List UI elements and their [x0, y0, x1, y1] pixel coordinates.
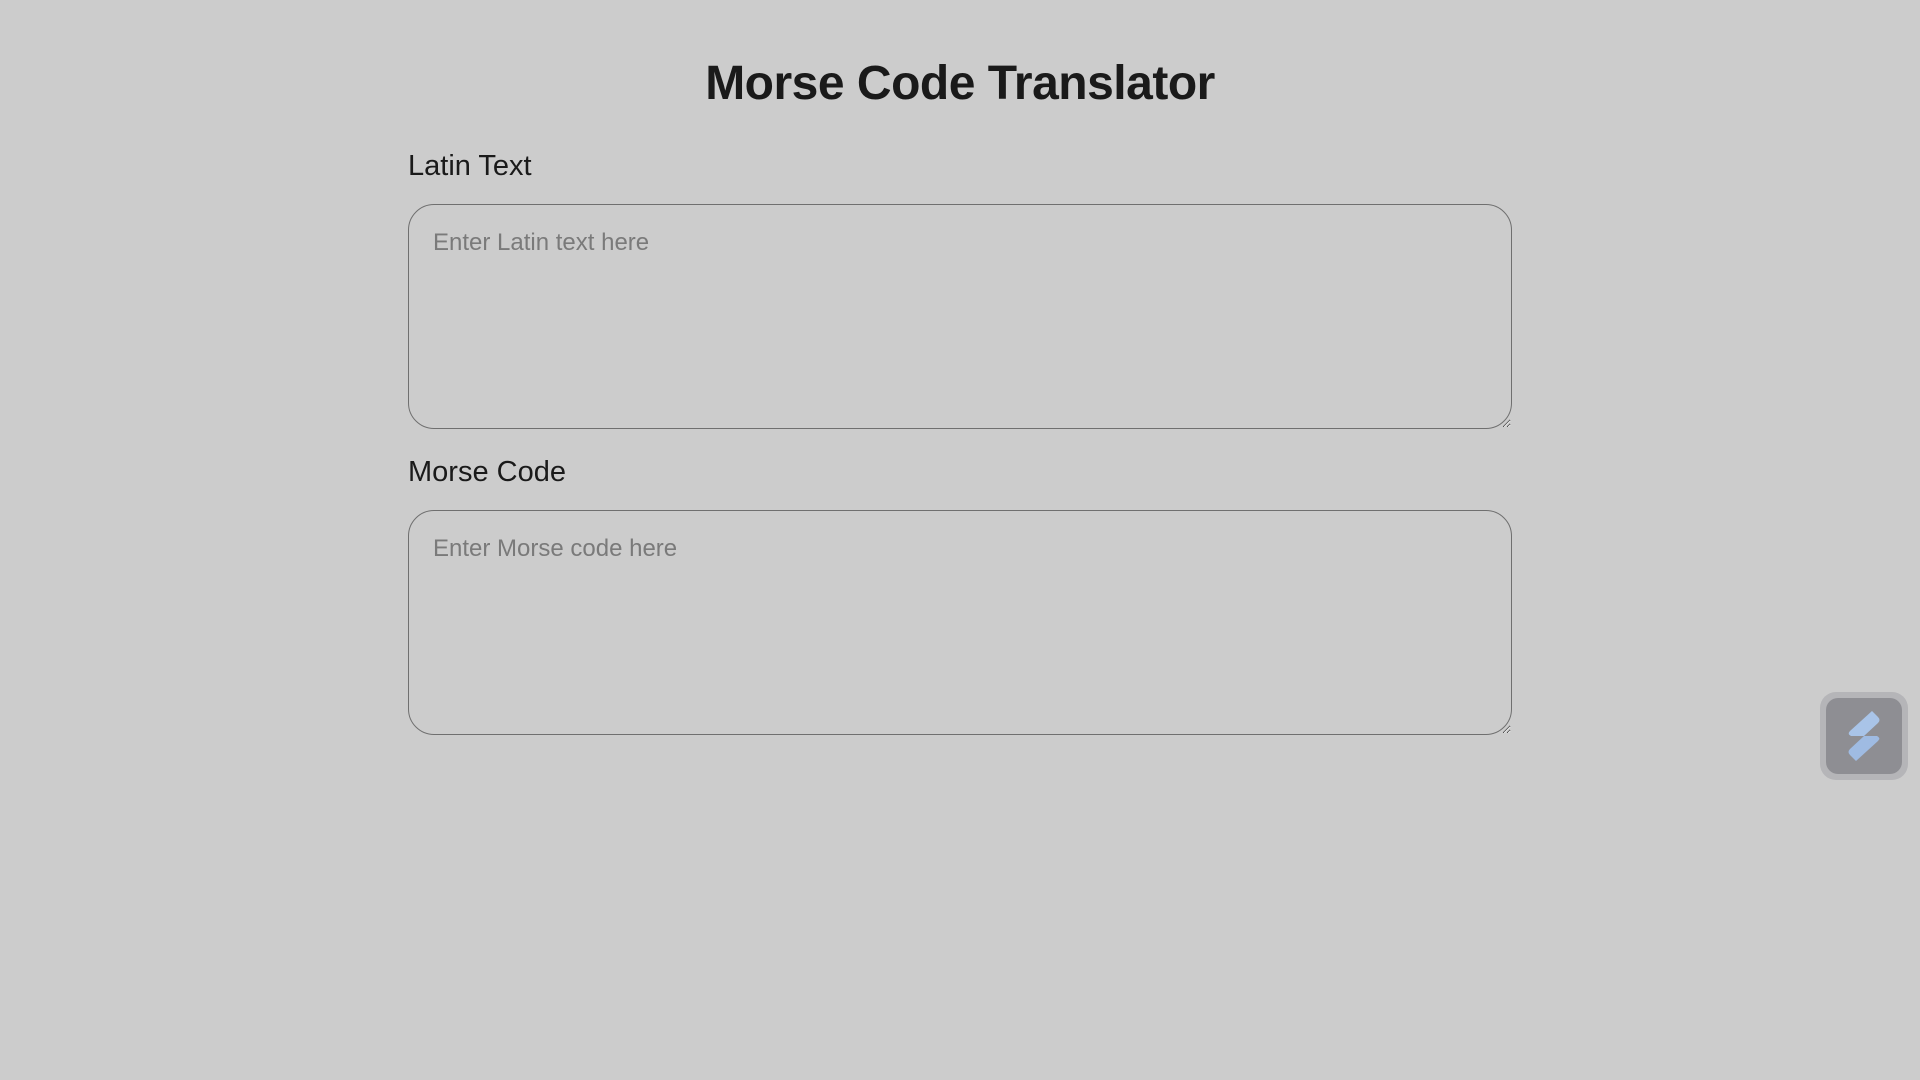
morse-code-input[interactable]: [408, 510, 1512, 735]
floating-assistant-button[interactable]: [1820, 692, 1908, 780]
morse-section: Morse Code: [408, 454, 1512, 735]
lightning-bolt-icon: [1848, 711, 1880, 761]
latin-text-input[interactable]: [408, 204, 1512, 429]
page-title: Morse Code Translator: [705, 57, 1215, 110]
morse-code-label: Morse Code: [408, 456, 566, 488]
latin-section: Latin Text: [408, 148, 1512, 429]
floating-assistant-inner: [1826, 698, 1902, 774]
latin-text-label: Latin Text: [408, 150, 532, 182]
page: Morse Code Translator Latin Text Morse C…: [0, 0, 1920, 1080]
